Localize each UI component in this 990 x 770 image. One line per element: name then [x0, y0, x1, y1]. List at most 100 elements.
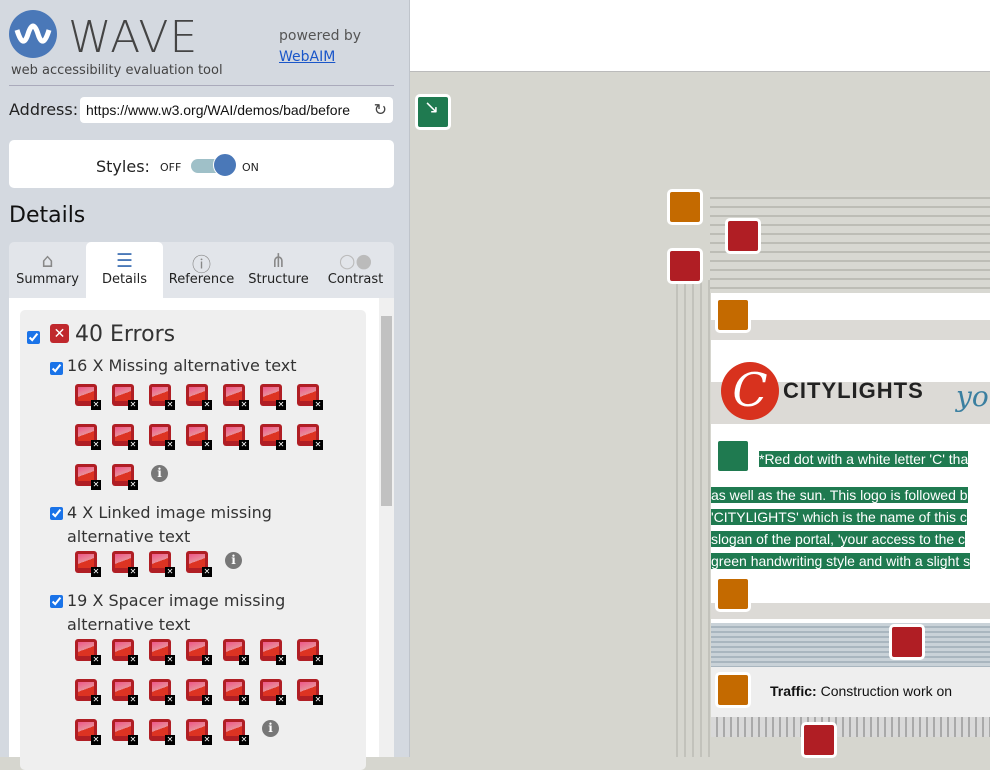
structure-icon: ⋔ — [270, 250, 287, 272]
logo-text: CITYLIGHTS — [783, 378, 924, 403]
styles-off-label: OFF — [160, 161, 182, 174]
contrast-icon: ○● — [338, 250, 373, 272]
error-icon[interactable]: ✕ — [223, 639, 249, 665]
errors-section: ✕ 40 Errors 16 X Missing alternative tex… — [20, 310, 366, 770]
layout-table-alert-icon[interactable] — [715, 672, 751, 708]
error-icon[interactable]: ✕ — [75, 464, 101, 490]
app-title: WAVE — [68, 12, 199, 63]
tab-label: Contrast — [327, 272, 384, 287]
error-icon[interactable]: ✕ — [112, 464, 138, 490]
scrollbar[interactable] — [379, 298, 394, 757]
errors-checkbox[interactable] — [27, 331, 40, 344]
spacer-alt-error-icon[interactable] — [801, 722, 837, 758]
linked-image-checkbox[interactable] — [50, 507, 63, 520]
error-icon[interactable]: ✕ — [75, 679, 101, 705]
divider — [9, 85, 394, 86]
error-icon[interactable]: ✕ — [112, 719, 138, 745]
error-icon[interactable]: ✕ — [112, 551, 138, 577]
error-x-icon: ✕ — [50, 324, 69, 343]
error-icon[interactable]: ✕ — [112, 384, 138, 410]
info-icon[interactable]: i — [262, 720, 279, 737]
alt-text-line: slogan of the portal, 'your access to th… — [711, 531, 966, 547]
error-icon[interactable]: ✕ — [75, 719, 101, 745]
error-icon[interactable]: ✕ — [75, 384, 101, 410]
group-label: 19 X Spacer image missing alternative te… — [67, 589, 327, 637]
info-icon[interactable]: i — [225, 552, 242, 569]
webaim-link[interactable]: WebAIM — [279, 47, 361, 68]
error-icon[interactable]: ✕ — [260, 639, 286, 665]
error-icon[interactable]: ✕ — [75, 424, 101, 450]
skip-link-icon[interactable]: ↘ — [415, 94, 451, 130]
styles-toggle-box: Styles: OFF ON — [9, 140, 394, 188]
scrollbar-thumb[interactable] — [381, 316, 392, 506]
traffic-news: Traffic: Construction work on — [770, 683, 952, 699]
spacer-checkbox[interactable] — [50, 595, 63, 608]
error-icon[interactable]: ✕ — [260, 424, 286, 450]
error-icon[interactable]: ✕ — [75, 639, 101, 665]
tab-summary[interactable]: ⌂ Summary — [9, 242, 86, 298]
nav-stripes — [711, 623, 990, 667]
wave-logo — [9, 10, 57, 58]
alt-text-line: as well as the sun. This logo is followe… — [711, 487, 968, 503]
tab-contrast[interactable]: ○● Contrast — [317, 242, 394, 298]
error-icon[interactable]: ✕ — [186, 639, 212, 665]
page-body: C CITYLIGHTS you *Red dot with a white l… — [711, 293, 990, 737]
info-icon: ⓘ — [191, 254, 211, 276]
long-alt-alert-icon[interactable] — [715, 576, 751, 612]
error-icon[interactable]: ✕ — [186, 384, 212, 410]
error-icon[interactable]: ✕ — [112, 639, 138, 665]
missing-alt-error-icon[interactable] — [889, 624, 925, 660]
error-icon[interactable]: ✕ — [186, 679, 212, 705]
error-icon[interactable]: ✕ — [260, 679, 286, 705]
info-icon[interactable]: i — [151, 465, 168, 482]
panel-heading: Details — [9, 203, 86, 228]
tab-structure[interactable]: ⋔ Structure — [240, 242, 317, 298]
list-icon: ☰ — [115, 250, 134, 272]
alt-text-line: green handwriting style and with a sligh… — [711, 553, 971, 569]
layout-table-alert-icon[interactable] — [667, 189, 703, 225]
tab-details[interactable]: ☰ Details — [86, 242, 163, 298]
error-icon[interactable]: ✕ — [297, 424, 323, 450]
error-icon[interactable]: ✕ — [186, 551, 212, 577]
toggle-knob[interactable] — [213, 153, 237, 177]
error-icon[interactable]: ✕ — [186, 719, 212, 745]
reload-icon[interactable]: ↻ — [373, 100, 387, 120]
error-icon[interactable]: ✕ — [149, 719, 175, 745]
error-icon[interactable]: ✕ — [149, 551, 175, 577]
address-input[interactable]: https://www.w3.org/WAI/demos/bad/before ↻ — [80, 97, 393, 123]
styles-label: Styles: — [96, 157, 150, 176]
error-icon[interactable]: ✕ — [149, 384, 175, 410]
error-icon[interactable]: ✕ — [75, 551, 101, 577]
error-icon[interactable]: ✕ — [149, 424, 175, 450]
error-icon[interactable]: ✕ — [149, 679, 175, 705]
missing-alt-error-icon[interactable] — [667, 248, 703, 284]
long-alt-feature-icon[interactable] — [715, 438, 751, 474]
error-icon[interactable]: ✕ — [112, 679, 138, 705]
error-icon[interactable]: ✕ — [223, 384, 249, 410]
error-icon[interactable]: ✕ — [297, 639, 323, 665]
group-label-text: 19 X Spacer image missing alternative te… — [67, 591, 286, 634]
tab-reference[interactable]: ⓘ Reference — [163, 242, 240, 298]
citylights-banner: C CITYLIGHTS you — [711, 362, 990, 438]
missing-alt-checkbox[interactable] — [50, 362, 63, 375]
tagline: web accessibility evaluation tool — [11, 63, 223, 78]
error-icon[interactable]: ✕ — [223, 679, 249, 705]
missing-alt-error-icon[interactable] — [725, 218, 761, 254]
error-icon[interactable]: ✕ — [260, 384, 286, 410]
error-icon[interactable]: ✕ — [223, 719, 249, 745]
side-stripes — [670, 280, 710, 757]
details-content: ✕ 40 Errors 16 X Missing alternative tex… — [9, 298, 394, 770]
error-icon[interactable]: ✕ — [297, 679, 323, 705]
errors-title: 40 Errors — [75, 322, 176, 347]
error-icon[interactable]: ✕ — [186, 424, 212, 450]
error-icon[interactable]: ✕ — [223, 424, 249, 450]
alt-text-line: 'CITYLIGHTS' which is the name of this c — [711, 509, 967, 525]
tab-bar: ⌂ Summary ☰ Details ⓘ Reference ⋔ Structure … — [9, 242, 394, 298]
tab-label: Reference — [168, 272, 235, 287]
layout-table-alert-icon[interactable] — [715, 297, 751, 333]
error-icon[interactable]: ✕ — [149, 639, 175, 665]
error-icon[interactable]: ✕ — [112, 424, 138, 450]
error-icon[interactable]: ✕ — [297, 384, 323, 410]
group-label: 16 X Missing alternative text — [67, 356, 297, 375]
tab-label: Details — [101, 272, 148, 287]
